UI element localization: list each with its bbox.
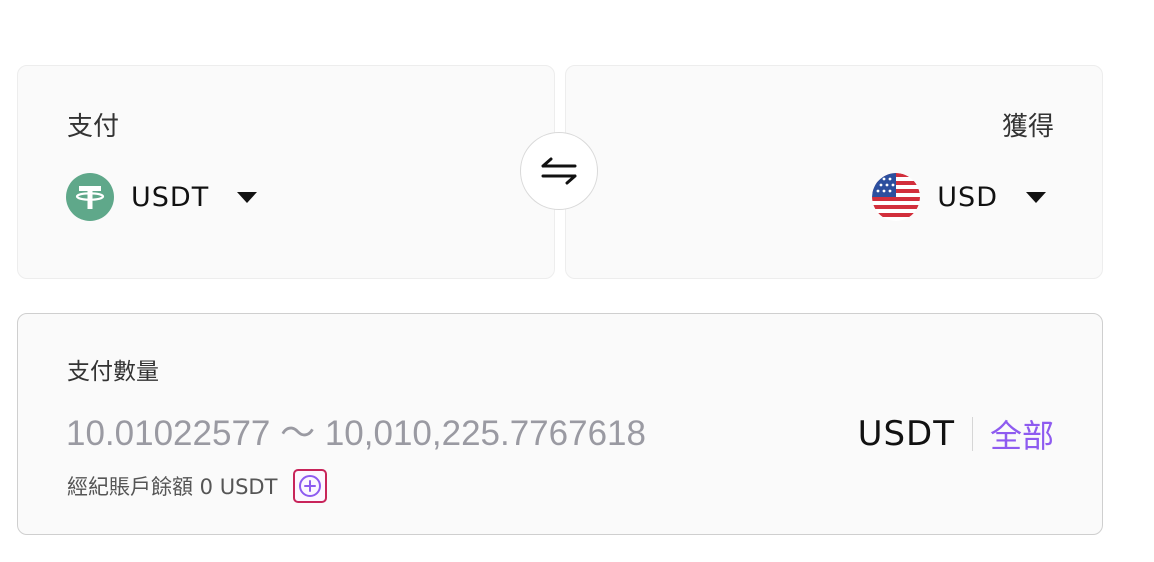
broker-balance-text: 經紀賬戶餘額 0 USDT: [67, 475, 278, 499]
amount-card: 支付數量 經紀賬戶餘額 0 USDT USDT 全部: [17, 313, 1103, 535]
amount-unit: USDT: [857, 414, 955, 454]
receive-label: 獲得: [1001, 112, 1054, 142]
amount-label: 支付數量: [67, 359, 159, 385]
tether-icon: [66, 173, 114, 221]
swap-button[interactable]: [520, 132, 598, 210]
swap-arrows-icon: [541, 157, 577, 185]
receive-card: 獲得 USD: [565, 65, 1103, 279]
add-funds-button[interactable]: [293, 469, 328, 503]
divider: [971, 417, 973, 451]
pay-currency-select[interactable]: USDT: [66, 172, 258, 222]
amount-input[interactable]: [66, 410, 786, 458]
pay-label: 支付: [67, 112, 120, 142]
amount-unit-group: USDT 全部: [858, 410, 1054, 458]
chevron-down-icon: [237, 191, 258, 203]
receive-currency-select[interactable]: USD: [872, 172, 1046, 222]
max-amount-button[interactable]: 全部: [990, 411, 1054, 457]
us-flag-icon: [872, 173, 921, 221]
pay-card: 支付 USDT: [17, 65, 555, 279]
pay-currency-code: USDT: [131, 181, 210, 213]
balance-line: 經紀賬戶餘額 0 USDT: [67, 468, 328, 504]
chevron-down-icon: [1026, 191, 1046, 203]
receive-currency-code: USD: [937, 181, 998, 213]
plus-circle-icon: [299, 475, 322, 497]
